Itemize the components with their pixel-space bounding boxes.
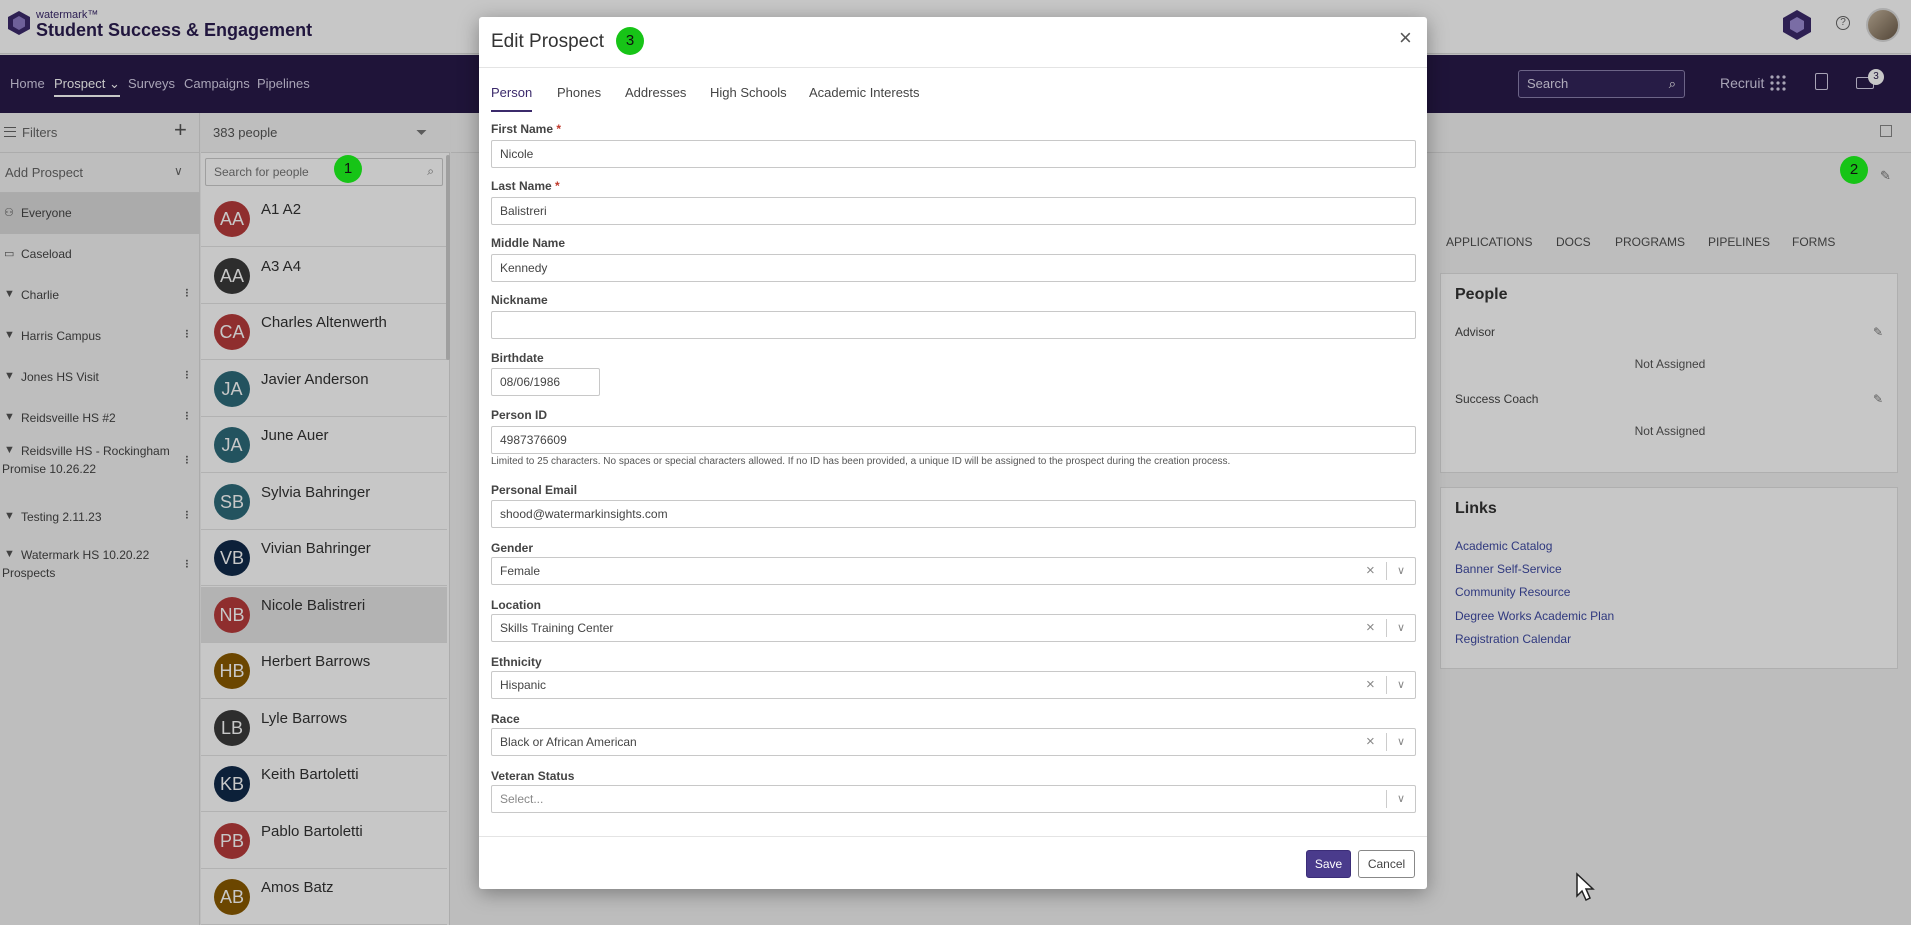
tab-phones[interactable]: Phones	[557, 85, 601, 100]
location-select[interactable]: Skills Training Center × ∨	[491, 614, 1416, 642]
select-separator	[1386, 676, 1387, 694]
race-value: Black or African American	[500, 735, 637, 749]
last-name-label-text: Last Name	[491, 179, 552, 193]
nickname-label: Nickname	[491, 293, 548, 307]
cancel-button[interactable]: Cancel	[1358, 850, 1415, 878]
required-marker: *	[556, 122, 562, 136]
save-button[interactable]: Save	[1306, 850, 1351, 878]
last-name-label: Last Name *	[491, 179, 560, 193]
edit-prospect-modal: Edit Prospect × Person Phones Addresses …	[479, 17, 1427, 889]
race-label: Race	[491, 712, 520, 726]
middle-name-field[interactable]	[491, 254, 1416, 282]
tab-addresses[interactable]: Addresses	[625, 85, 686, 100]
chevron-down-icon[interactable]: ∨	[1397, 735, 1405, 748]
close-icon[interactable]: ×	[1399, 25, 1412, 51]
clear-icon[interactable]: ×	[1366, 676, 1375, 693]
select-separator	[1386, 733, 1387, 751]
select-separator	[1386, 562, 1387, 580]
middle-name-label: Middle Name	[491, 236, 566, 250]
first-name-label-text: First Name	[491, 122, 554, 136]
tab-person[interactable]: Person	[491, 85, 533, 112]
chevron-down-icon[interactable]: ∨	[1397, 792, 1405, 805]
clear-icon[interactable]: ×	[1366, 733, 1375, 750]
nickname-field[interactable]	[491, 311, 1416, 339]
annotation-badge-1: 1	[334, 155, 362, 183]
divider	[479, 67, 1427, 68]
gender-value: Female	[500, 564, 541, 578]
location-value: Skills Training Center	[500, 621, 614, 635]
chevron-down-icon[interactable]: ∨	[1397, 678, 1405, 691]
race-select[interactable]: Black or African American × ∨	[491, 728, 1416, 756]
first-name-field[interactable]	[491, 140, 1416, 168]
first-name-label: First Name *	[491, 122, 561, 136]
tab-academic-interests[interactable]: Academic Interests	[809, 85, 920, 100]
ethnicity-label: Ethnicity	[491, 655, 542, 669]
chevron-down-icon[interactable]: ∨	[1397, 564, 1405, 577]
person-id-label: Person ID	[491, 408, 548, 422]
divider	[479, 836, 1427, 837]
mouse-cursor-icon	[1576, 872, 1595, 902]
select-separator	[1386, 790, 1387, 808]
person-id-field[interactable]	[491, 426, 1416, 454]
ethnicity-select[interactable]: Hispanic × ∨	[491, 671, 1416, 699]
gender-label: Gender	[491, 541, 534, 555]
select-separator	[1386, 619, 1387, 637]
veteran-status-label: Veteran Status	[491, 769, 575, 783]
annotation-badge-2: 2	[1840, 156, 1868, 184]
birthdate-field[interactable]	[491, 368, 600, 396]
chevron-down-icon[interactable]: ∨	[1397, 621, 1405, 634]
annotation-badge-3: 3	[616, 27, 644, 55]
ethnicity-value: Hispanic	[500, 678, 547, 692]
last-name-field[interactable]	[491, 197, 1416, 225]
tab-high-schools[interactable]: High Schools	[710, 85, 787, 100]
person-id-hint: Limited to 25 characters. No spaces or s…	[491, 456, 1231, 467]
personal-email-field[interactable]	[491, 500, 1416, 528]
modal-title: Edit Prospect	[491, 31, 604, 52]
gender-select[interactable]: Female × ∨	[491, 557, 1416, 585]
clear-icon[interactable]: ×	[1366, 619, 1375, 636]
clear-icon[interactable]: ×	[1366, 562, 1375, 579]
veteran-status-placeholder: Select...	[500, 792, 544, 806]
birthdate-label: Birthdate	[491, 351, 544, 365]
required-marker: *	[555, 179, 560, 193]
location-label: Location	[491, 598, 541, 612]
personal-email-label: Personal Email	[491, 483, 578, 497]
veteran-status-select[interactable]: Select... ∨	[491, 785, 1416, 813]
